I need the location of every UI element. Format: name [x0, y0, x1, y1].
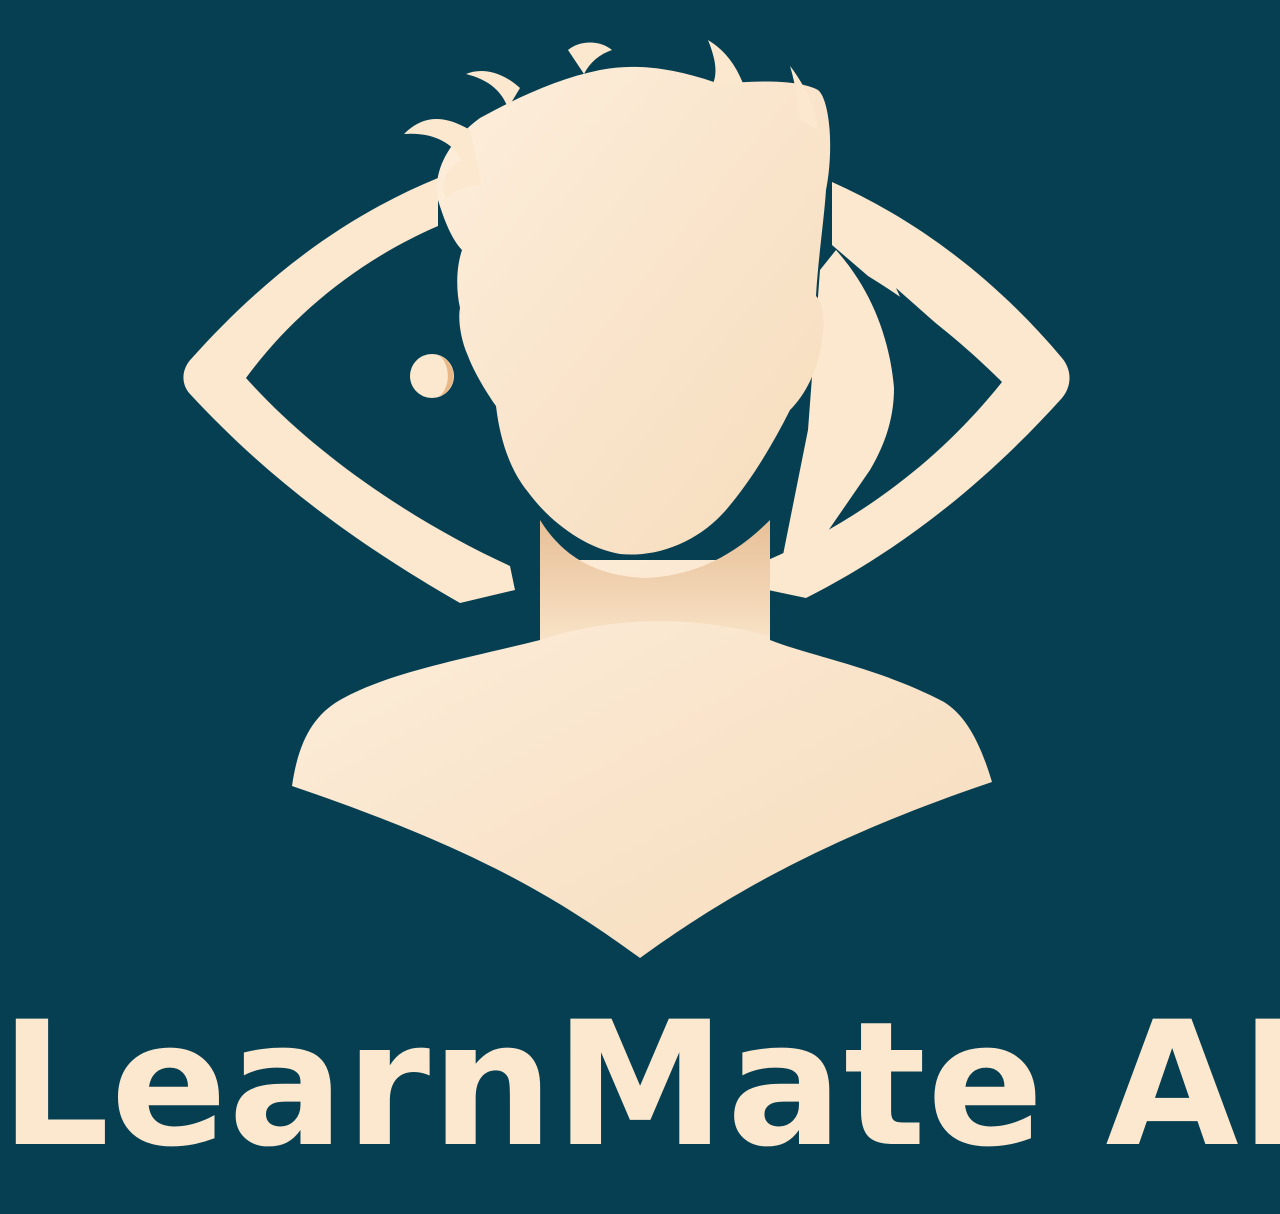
brand-name: LearnMate AI	[0, 984, 1280, 1185]
head-icon	[436, 66, 831, 555]
logo-canvas: LearnMate AI	[0, 0, 1280, 1214]
eye-dot-icon	[410, 354, 454, 398]
